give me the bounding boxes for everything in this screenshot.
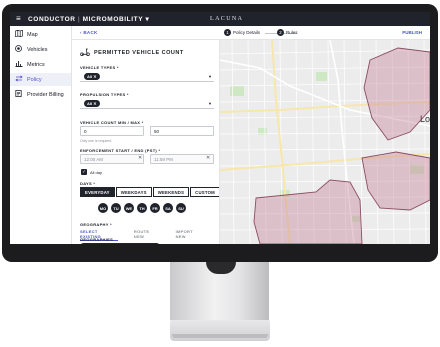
publish-button[interactable]: PUBLISH	[402, 30, 422, 35]
map-canvas: Lo	[220, 40, 430, 244]
clear-icon[interactable]: ✕	[138, 155, 142, 161]
day-mode-weekends[interactable]: WEEKENDS	[152, 187, 190, 197]
stage: ≡ CONDUCTOR | MICROMOBILITY ▾ LACUNA Map	[0, 0, 440, 347]
tab-route-new[interactable]: ROUTE NEW	[134, 229, 160, 241]
day-chip-su[interactable]: SU	[176, 203, 186, 213]
panel-title-text: PERMITTED VEHICLE COUNT	[94, 50, 184, 56]
tab-import-new[interactable]: IMPORT NEW	[176, 229, 203, 241]
propulsion-types-select[interactable]: All ✕ ▼	[80, 98, 214, 109]
sidebar-item-map[interactable]: Map	[10, 28, 71, 41]
policy-icon	[14, 75, 23, 84]
vehicle-types-chip[interactable]: All ✕	[84, 73, 100, 80]
monitor: ≡ CONDUCTOR | MICROMOBILITY ▾ LACUNA Map	[2, 4, 438, 262]
map-icon	[14, 29, 23, 39]
sidebar-item-vehicles[interactable]: Vehicles	[10, 43, 71, 56]
sidebar-item-label: Map	[27, 31, 38, 38]
billing-icon	[14, 90, 23, 99]
enforcement-end-input[interactable]: 11:59 PM	[150, 154, 214, 164]
panel-title: PERMITTED VEHICLE COUNT	[80, 48, 184, 58]
sidebar-item-policy[interactable]: Policy	[10, 73, 71, 86]
monitor-stand-edge	[172, 334, 268, 338]
back-button[interactable]: ‹ BACK	[80, 30, 98, 35]
app-title-separator: |	[77, 16, 81, 23]
vehicle-count-max-input[interactable]: 50	[150, 126, 214, 136]
day-chip-we[interactable]: WE	[124, 203, 134, 213]
app-title-left: CONDUCTOR	[28, 16, 76, 23]
day-mode-toggle: EVERYDAY WEEKDAYS WEEKENDS CUSTOM	[80, 187, 219, 197]
day-mode-weekdays[interactable]: WEEKDAYS	[115, 187, 152, 197]
screen: ≡ CONDUCTOR | MICROMOBILITY ▾ LACUNA Map	[10, 12, 430, 244]
enforcement-start-input[interactable]: 12:00 AM	[80, 154, 144, 164]
app-title-right: MICROMOBILITY	[82, 16, 144, 23]
clear-icon[interactable]: ✕	[206, 155, 210, 161]
app-title[interactable]: CONDUCTOR | MICROMOBILITY ▾	[28, 15, 149, 23]
hamburger-icon[interactable]: ≡	[16, 14, 21, 23]
vehicle-icon	[14, 45, 23, 54]
day-selector: MO TU WE TH FR SA SU	[98, 203, 189, 213]
day-chip-fr[interactable]: FR	[150, 203, 160, 213]
enforcement-label: ENFORCEMENT START / END (PST) *	[80, 148, 161, 153]
step-number: 2	[277, 29, 284, 36]
rule-form-panel: PERMITTED VEHICLE COUNT VEHICLE TYPES * …	[72, 40, 220, 244]
vehicle-types-select[interactable]: All ✕ ▼	[80, 71, 214, 82]
map-view[interactable]: Lo	[220, 40, 430, 244]
chevron-down-icon: ▾	[145, 16, 150, 23]
all-day-checkbox[interactable]: ✓	[81, 169, 87, 175]
sidebar-item-label: Provider Billing	[27, 91, 64, 98]
propulsion-types-chip[interactable]: All ✕	[84, 100, 100, 107]
geographies-label: GEOGRAPHIES	[80, 237, 114, 242]
step-policy-details[interactable]: 1 Policy Details	[224, 29, 260, 36]
vehicle-count-label: VEHICLE COUNT MIN / MAX *	[80, 120, 144, 125]
caret-down-icon: ▼	[208, 101, 212, 106]
vehicle-count-min-input[interactable]: 0	[80, 126, 144, 136]
sidebar-item-label: Vehicles	[27, 46, 48, 53]
day-mode-custom[interactable]: CUSTOM	[190, 187, 219, 197]
sidebar: Map Vehicles Metrics Policy Provider Bil…	[10, 26, 72, 244]
day-chip-tu[interactable]: TU	[111, 203, 121, 213]
day-chip-sa[interactable]: SA	[163, 203, 173, 213]
sidebar-item-label: Policy	[27, 76, 42, 83]
brand-logo: LACUNA	[210, 16, 244, 22]
city-label: Lo	[420, 114, 430, 124]
sidebar-item-metrics[interactable]: Metrics	[10, 58, 71, 71]
step-label: Rules	[286, 30, 298, 35]
step-header: ‹ BACK 1 Policy Details 2 Rules PUBLISH	[72, 26, 430, 40]
step-rules[interactable]: 2 Rules	[277, 29, 298, 36]
top-bar: ≡ CONDUCTOR | MICROMOBILITY ▾ LACUNA	[10, 12, 430, 26]
day-mode-everyday[interactable]: EVERYDAY	[80, 187, 115, 197]
propulsion-types-label: PROPULSION TYPES *	[80, 92, 129, 97]
step-number: 1	[224, 29, 231, 36]
sidebar-item-provider-billing[interactable]: Provider Billing	[10, 88, 71, 101]
vehicle-types-label: VEHICLE TYPES *	[80, 65, 119, 70]
metrics-icon	[14, 60, 23, 69]
caret-down-icon: ▼	[208, 74, 212, 79]
day-chip-mo[interactable]: MO	[98, 203, 108, 213]
day-chip-th[interactable]: TH	[137, 203, 147, 213]
vehicle-count-hint: Only one is required	[80, 139, 112, 143]
geography-label: GEOGRAPHY *	[80, 222, 112, 227]
scooter-icon	[80, 48, 90, 58]
step-label: Policy Details	[233, 30, 261, 35]
park-area	[230, 86, 244, 96]
sidebar-item-label: Metrics	[27, 61, 45, 68]
geography-chip[interactable]	[80, 243, 160, 244]
days-label: DAYS *	[80, 181, 96, 186]
all-day-label: All day	[90, 170, 103, 175]
park-area	[316, 72, 327, 81]
